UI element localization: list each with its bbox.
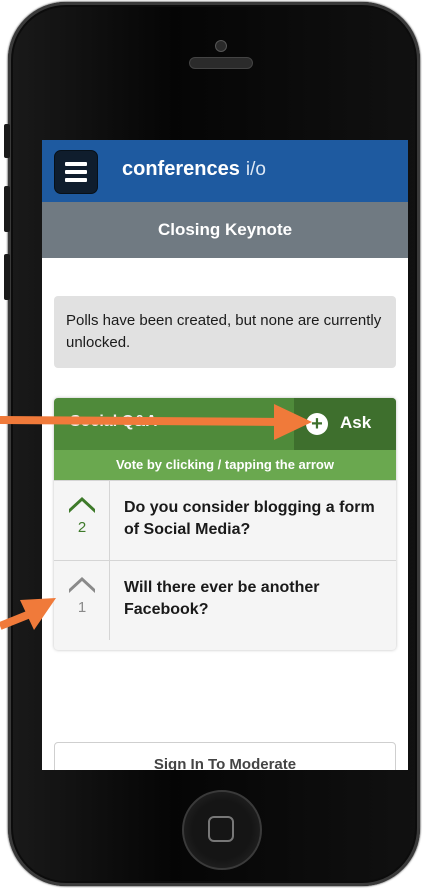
qa-title: Social Q&A [70, 413, 158, 430]
plus-circle-icon: + [306, 413, 328, 435]
app-header: conferences i/o [42, 140, 408, 202]
vote-count: 1 [77, 599, 87, 616]
hamburger-icon [65, 162, 87, 166]
polls-notice: Polls have been created, but none are cu… [54, 296, 396, 368]
mute-switch [4, 124, 10, 158]
vote-count: 2 [77, 519, 87, 536]
volume-down-button [4, 254, 10, 300]
menu-button[interactable] [54, 150, 98, 194]
session-title: Closing Keynote [42, 202, 408, 258]
brand-bold: conferences [122, 158, 240, 180]
home-square-icon [208, 816, 234, 842]
question-text: Do you consider blogging a form of Socia… [124, 499, 375, 538]
moderate-sign-in-button[interactable]: Sign In To Moderate [54, 742, 396, 770]
chevron-up-icon [69, 577, 95, 593]
brand-logo: conferences i/o [122, 158, 266, 181]
question-row: 1 Will there ever be another Facebook? [54, 560, 396, 640]
brand-light: i/o [245, 159, 266, 180]
camera-icon [215, 40, 227, 52]
qa-panel: Social Q&A + Ask Vote by clicking / tapp… [54, 398, 396, 650]
speaker-grille [189, 57, 253, 69]
chevron-up-icon [69, 497, 95, 513]
vote-button[interactable]: 1 [54, 561, 110, 640]
vote-hint: Vote by clicking / tapping the arrow [54, 450, 396, 480]
vote-button[interactable]: 2 [54, 481, 110, 560]
question-row: 2 Do you consider blogging a form of Soc… [54, 480, 396, 560]
question-text: Will there ever be another Facebook? [124, 579, 320, 618]
phone-screen: conferences i/o Closing Keynote Polls ha… [42, 140, 408, 770]
ask-button[interactable]: + Ask [294, 398, 396, 450]
volume-up-button [4, 186, 10, 232]
qa-header: Social Q&A + Ask [54, 398, 396, 450]
ask-label: Ask [340, 413, 372, 432]
